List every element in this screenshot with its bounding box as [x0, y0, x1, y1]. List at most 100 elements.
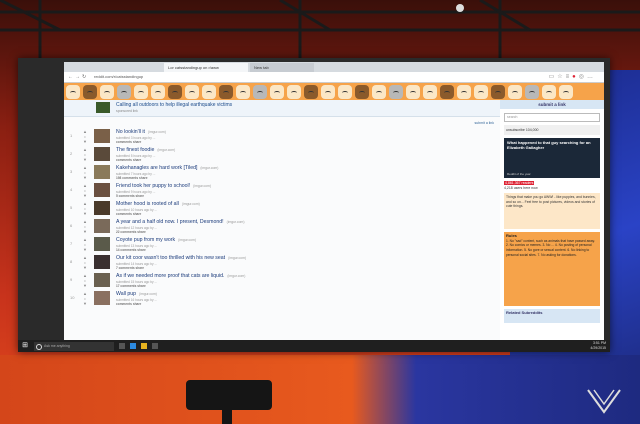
vote-arrows-icon[interactable]: ▲ • ▼	[80, 183, 90, 198]
post-domain[interactable]: (imgur.com)	[148, 130, 166, 134]
post-row[interactable]: 9 ▲ • ▼ As if we needed more proof that cats…	[64, 271, 500, 289]
camera-stand	[222, 405, 232, 424]
cat-face-icon	[423, 85, 437, 99]
forward-icon[interactable]: →	[75, 74, 82, 80]
post-row[interactable]: 1 ▲ • ▼ No lookin'll it (imgur.com) submitted …	[64, 127, 500, 145]
submit-link-button[interactable]: submit a link	[475, 121, 494, 125]
sidebar-search-input[interactable]: search	[504, 113, 600, 122]
sponsored-thumbnail[interactable]	[96, 102, 110, 113]
rules-box: Rules 1. No "sad" content, such as anima…	[504, 232, 600, 307]
post-thumbnail[interactable]	[94, 183, 110, 197]
post-thumbnail[interactable]	[94, 255, 110, 269]
back-icon[interactable]: ←	[68, 74, 75, 80]
reading-view-icon[interactable]: ▭	[549, 74, 558, 80]
sidebar-ad[interactable]: What happened to that guy searching for …	[504, 138, 600, 178]
post-title[interactable]: As if we needed more proof that cats are…	[116, 273, 245, 279]
sponsored-title[interactable]: Calling all outdoors to help illegal ear…	[116, 102, 232, 108]
vote-arrows-icon[interactable]: ▲ • ▼	[80, 219, 90, 234]
post-row[interactable]: 3 ▲ • ▼ Kakehanagles are hard work [Tiled] (i…	[64, 163, 500, 181]
post-links[interactable]: comments share	[116, 158, 141, 162]
post-thumbnail[interactable]	[94, 129, 110, 143]
rules-text: 1. No "sad" content, such as animals tha…	[506, 238, 595, 257]
vote-arrows-icon[interactable]: ▲ • ▼	[80, 129, 90, 144]
unsubscribe-button[interactable]: unsubscribe 104,000	[504, 125, 600, 135]
post-title[interactable]: Wall pup (imgur.com)	[116, 291, 157, 297]
post-row[interactable]: 5 ▲ • ▼ Mother hood is rooted of all (imgur.c…	[64, 199, 500, 217]
ad-title[interactable]: What happened to that guy searching for …	[507, 140, 597, 150]
cat-face-icon	[66, 85, 80, 99]
vote-arrows-icon[interactable]: ▲ • ▼	[80, 201, 90, 216]
post-domain[interactable]: (imgur.com)	[227, 274, 245, 278]
address-bar[interactable]: ←→↻ reddit.com/r/catsstandingup ▭☆≡●◎…	[64, 72, 604, 83]
post-title[interactable]: No lookin'll it (imgur.com)	[116, 129, 166, 135]
vote-arrows-icon[interactable]: ▲ • ▼	[80, 237, 90, 252]
cat-face-icon	[253, 85, 267, 99]
post-domain[interactable]: (imgur.com)	[193, 184, 211, 188]
cat-face-icon	[355, 85, 369, 99]
vote-arrows-icon[interactable]: ▲ • ▼	[80, 273, 90, 288]
vote-arrows-icon[interactable]: ▲ • ▼	[80, 147, 90, 162]
post-links[interactable]: 17 comments share	[116, 284, 146, 288]
store-icon[interactable]	[152, 343, 158, 349]
post-title[interactable]: Friend took her puppy to school! (imgur.c…	[116, 183, 211, 189]
post-title[interactable]: The finest foodie (imgur.com)	[116, 147, 175, 153]
cortana-search-input[interactable]: Ask me anything	[34, 341, 114, 351]
post-title[interactable]: Kakehanagles are hard work [Tiled] (imgur…	[116, 165, 218, 171]
post-links[interactable]: 5 comments share	[116, 194, 144, 198]
file-explorer-icon[interactable]	[141, 343, 147, 349]
refresh-icon[interactable]: ↻	[82, 74, 88, 80]
tab-active[interactable]: Lor catsstandingup on r/aww	[164, 63, 248, 72]
start-button[interactable]: ⊞	[18, 340, 32, 352]
sponsored-post[interactable]: Calling all outdoors to help illegal ear…	[64, 100, 500, 117]
post-title[interactable]: Coyote pup from my work (imgur.com)	[116, 237, 196, 243]
task-view-icon[interactable]	[119, 343, 125, 349]
post-title[interactable]: A year and a half old now. I present, De…	[116, 219, 244, 225]
post-thumbnail[interactable]	[94, 165, 110, 179]
post-links[interactable]: 14 comments share	[116, 248, 146, 252]
post-domain[interactable]: (imgur.com)	[182, 202, 200, 206]
post-domain[interactable]: (imgur.com)	[200, 166, 218, 170]
post-title[interactable]: Mother hood is rooted of all (imgur.com)	[116, 201, 200, 207]
post-links[interactable]: 7 comments share	[116, 266, 144, 270]
post-domain[interactable]: (imgur.com)	[157, 148, 175, 152]
post-links[interactable]: comments share	[116, 140, 141, 144]
post-domain[interactable]: (imgur.com)	[178, 238, 196, 242]
post-row[interactable]: 6 ▲ • ▼ A year and a half old now. I present…	[64, 217, 500, 235]
cat-face-icon	[440, 85, 454, 99]
post-domain[interactable]: (imgur.com)	[228, 256, 246, 260]
post-thumbnail[interactable]	[94, 273, 110, 287]
vote-arrows-icon[interactable]: ▲ • ▼	[80, 165, 90, 180]
system-clock[interactable]: 3:51 PM 4/29/2015	[590, 341, 606, 351]
cat-face-icon	[270, 85, 284, 99]
post-row[interactable]: 10 ▲ • ▼ Wall pup (imgur.com) submitted 16 hou…	[64, 289, 500, 307]
post-domain[interactable]: (imgur.com)	[139, 292, 157, 296]
more-icon[interactable]: …	[587, 74, 596, 80]
sidebar-submit-button[interactable]: submit a link	[500, 100, 604, 109]
nav-buttons[interactable]: ←→↻	[68, 74, 88, 80]
post-title[interactable]: Our kit coor wasn't too thrilled with hi…	[116, 255, 246, 261]
post-thumbnail[interactable]	[94, 219, 110, 233]
post-links[interactable]: comments share	[116, 302, 141, 306]
post-thumbnail[interactable]	[94, 201, 110, 215]
post-thumbnail[interactable]	[94, 291, 110, 305]
post-links[interactable]: 22 comments share	[116, 230, 146, 234]
post-row[interactable]: 2 ▲ • ▼ The finest foodie (imgur.com) submitte…	[64, 145, 500, 163]
favorites-icon[interactable]: ☆	[557, 74, 565, 80]
vote-arrows-icon[interactable]: ▲ • ▼	[80, 291, 90, 306]
vote-arrows-icon[interactable]: ▲ • ▼	[80, 255, 90, 270]
edge-icon[interactable]	[130, 343, 136, 349]
post-row[interactable]: 7 ▲ • ▼ Coyote pup from my work (imgur.com) su…	[64, 235, 500, 253]
post-row[interactable]: 4 ▲ • ▼ Friend took her puppy to school! (img…	[64, 181, 500, 199]
post-thumbnail[interactable]	[94, 147, 110, 161]
post-links[interactable]: comments share	[116, 212, 141, 216]
post-links[interactable]: 198 comments share	[116, 176, 148, 180]
post-row[interactable]: 8 ▲ • ▼ Our kit coor wasn't too thrilled wit…	[64, 253, 500, 271]
tab-inactive[interactable]: New tab	[250, 63, 314, 72]
notes-icon[interactable]: ●	[572, 74, 579, 80]
share-icon[interactable]: ◎	[579, 74, 587, 80]
post-domain[interactable]: (imgur.com)	[227, 220, 245, 224]
cat-face-icon	[304, 85, 318, 99]
url-text[interactable]: reddit.com/r/catsstandingup	[94, 74, 143, 79]
post-rank: 5	[70, 205, 73, 210]
post-thumbnail[interactable]	[94, 237, 110, 251]
